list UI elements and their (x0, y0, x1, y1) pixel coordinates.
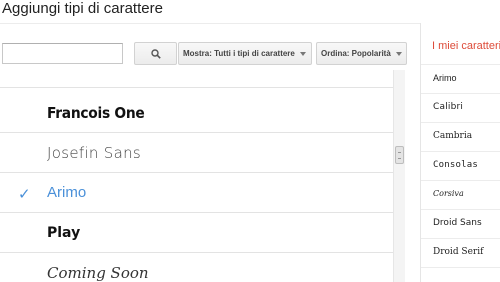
scrollbar-thumb[interactable] (395, 146, 404, 164)
check-icon: ✓ (18, 186, 31, 203)
my-font-label: Calibri (433, 102, 464, 112)
font-row-francois-one[interactable]: Francois One (0, 93, 393, 133)
my-font-label: Droid Serif (433, 247, 484, 257)
font-row-arimo[interactable]: ✓ Arimo (0, 173, 393, 213)
my-fonts-heading: I miei caratteri (432, 40, 500, 52)
font-row-play[interactable]: Play (0, 213, 393, 253)
sort-label: Ordina: Popolarità (321, 49, 391, 58)
filter-dropdown[interactable]: Mostra: Tutti i tipi di carattere (178, 42, 312, 65)
font-list[interactable]: Francois One Josefin Sans ✓ Arimo Play C… (0, 70, 405, 282)
my-font-item-consolas[interactable]: Consolas (421, 151, 500, 180)
my-font-label: Consolas (433, 160, 478, 170)
font-row-coming-soon[interactable]: Coming Soon (0, 253, 393, 282)
sort-dropdown[interactable]: Ordina: Popolarità (316, 42, 407, 65)
my-font-item-divider (421, 267, 500, 282)
font-name: Play (47, 224, 81, 241)
my-fonts-panel: I miei caratteri Arimo Calibri Cambria C… (420, 23, 500, 282)
chevron-down-icon (299, 51, 306, 56)
chevron-down-icon (395, 51, 402, 56)
filter-label: Mostra: Tutti i tipi di carattere (183, 49, 295, 58)
font-row-partial (0, 70, 393, 88)
my-font-label: Corsiva (433, 189, 464, 198)
my-font-item-cambria[interactable]: Cambria (421, 122, 500, 151)
font-name: Coming Soon (47, 263, 149, 282)
my-font-label: Arimo (433, 73, 457, 83)
my-font-item-calibri[interactable]: Calibri (421, 93, 500, 122)
my-font-item-droid-sans[interactable]: Droid Sans (421, 209, 500, 238)
font-name: Francois One (47, 103, 145, 122)
font-row-josefin-sans[interactable]: Josefin Sans (0, 133, 393, 173)
search-button[interactable] (134, 42, 177, 65)
search-icon (150, 48, 161, 59)
font-name: Arimo (47, 184, 87, 201)
font-name: Josefin Sans (47, 143, 142, 162)
my-font-item-arimo[interactable]: Arimo (421, 64, 500, 93)
my-font-label: Droid Sans (433, 218, 482, 228)
my-font-label: Cambria (433, 131, 473, 141)
dialog-title: Aggiungi tipi di carattere (2, 0, 163, 17)
font-list-scrollbar[interactable] (393, 70, 405, 282)
search-input[interactable] (2, 43, 123, 64)
my-font-item-droid-serif[interactable]: Droid Serif (421, 238, 500, 267)
my-font-item-corsiva[interactable]: Corsiva (421, 180, 500, 209)
